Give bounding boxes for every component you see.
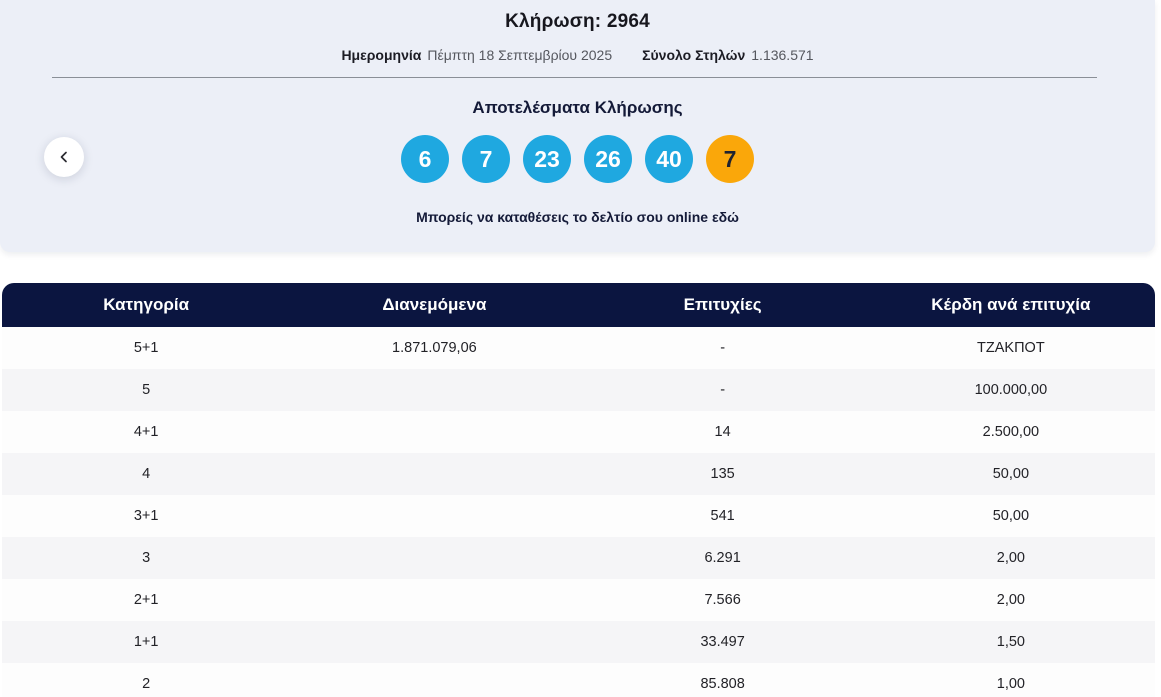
winners-cell: 6.291 [704,550,741,566]
chevron-left-icon [57,150,71,164]
header-distributed: Διανεμόμενα [382,295,487,314]
table-row: 3 6.291 2,00 [2,537,1155,579]
category-cell: 3 [142,550,151,566]
winners-cell: - [720,340,726,356]
table-row: 3+1 541 50,00 [2,495,1155,537]
header-prize-per-win: Κέρδη ανά επιτυχία [931,295,1091,314]
category-cell: 4+1 [133,424,159,440]
winners-cell: 33.497 [700,634,745,650]
number-ball: 26 [584,135,632,183]
number-ball: 23 [523,135,571,183]
draw-date-label: Ημερομηνία [341,47,422,63]
winners-cell: 14 [714,424,731,440]
category-cell: 2 [142,676,151,692]
prize-cell: 1,50 [996,634,1025,650]
prize-cell: 2,00 [996,550,1025,566]
divider [52,77,1097,78]
winners-cell: 85.808 [700,676,745,692]
table-row: 4+1 14 2.500,00 [2,411,1155,453]
total-columns: Σύνολο Στηλών 1.136.571 [642,47,813,63]
prize-cell: ΤΖΑΚΠΟΤ [977,340,1045,356]
table-header-row: Κατηγορία Διανεμόμενα Επιτυχίες Κέρδη αν… [2,283,1155,327]
winners-cell: 7.566 [704,592,741,608]
previous-draw-button[interactable] [44,137,84,177]
table-row: 2 85.808 1,00 [2,663,1155,697]
table-row: 2+1 7.566 2,00 [2,579,1155,621]
table-row: 5 - 100.000,00 [2,369,1155,411]
number-ball: 7 [462,135,510,183]
winners-cell: 135 [710,466,735,482]
category-cell: 4 [142,466,151,482]
draw-date: Ημερομηνία Πέμπτη 18 Σεπτεμβρίου 2025 [341,47,612,63]
number-ball: 6 [401,135,449,183]
results-heading: Αποτελέσματα Κλήρωσης [472,98,683,117]
draw-date-value: Πέμπτη 18 Σεπτεμβρίου 2025 [427,47,613,63]
table-row: 5+1 1.871.079,06 - ΤΖΑΚΠΟΤ [2,327,1155,369]
prize-cell: 2,00 [996,592,1025,608]
draw-title: Κλήρωση: 2964 [505,11,650,32]
header-winners: Επιτυχίες [683,295,762,314]
prize-cell: 50,00 [992,508,1030,524]
deposit-text-main: Μπορείς να καταθέσεις το δελτίο σου onli… [416,209,709,225]
draw-meta: Ημερομηνία Πέμπτη 18 Σεπτεμβρίου 2025 Σύ… [0,47,1155,63]
winners-cell: 541 [710,508,735,524]
number-ball: 40 [645,135,693,183]
joker-number-ball: 7 [706,135,754,183]
prize-cell: 2.500,00 [982,424,1040,440]
payout-table: Κατηγορία Διανεμόμενα Επιτυχίες Κέρδη αν… [2,283,1155,697]
winning-numbers: 6 7 23 26 40 7 [0,135,1155,183]
winners-cell: - [720,382,726,398]
prize-cell: 100.000,00 [974,382,1048,398]
table-row: 4 135 50,00 [2,453,1155,495]
total-columns-label: Σύνολο Στηλών [642,47,746,63]
table-row: 1+1 33.497 1,50 [2,621,1155,663]
distributed-cell: 1.871.079,06 [392,340,477,356]
category-cell: 1+1 [133,634,159,650]
prize-cell: 50,00 [992,466,1030,482]
header-category: Κατηγορία [103,295,190,314]
page: Κλήρωση: 2964 Ημερομηνία Πέμπτη 18 Σεπτε… [0,0,1155,697]
deposit-text: Μπορείς να καταθέσεις το δελτίο σου onli… [0,209,1155,225]
prize-cell: 1,00 [996,676,1025,692]
total-columns-value: 1.136.571 [751,47,814,63]
category-cell: 2+1 [133,592,159,608]
category-cell: 5+1 [133,340,159,356]
deposit-link[interactable]: εδώ [712,209,739,225]
category-cell: 5 [142,382,151,398]
table-body: 5+1 1.871.079,06 - ΤΖΑΚΠΟΤ 5 - 100.000,0… [2,327,1155,697]
draw-results-card: Κλήρωση: 2964 Ημερομηνία Πέμπτη 18 Σεπτε… [0,0,1155,252]
category-cell: 3+1 [133,508,159,524]
